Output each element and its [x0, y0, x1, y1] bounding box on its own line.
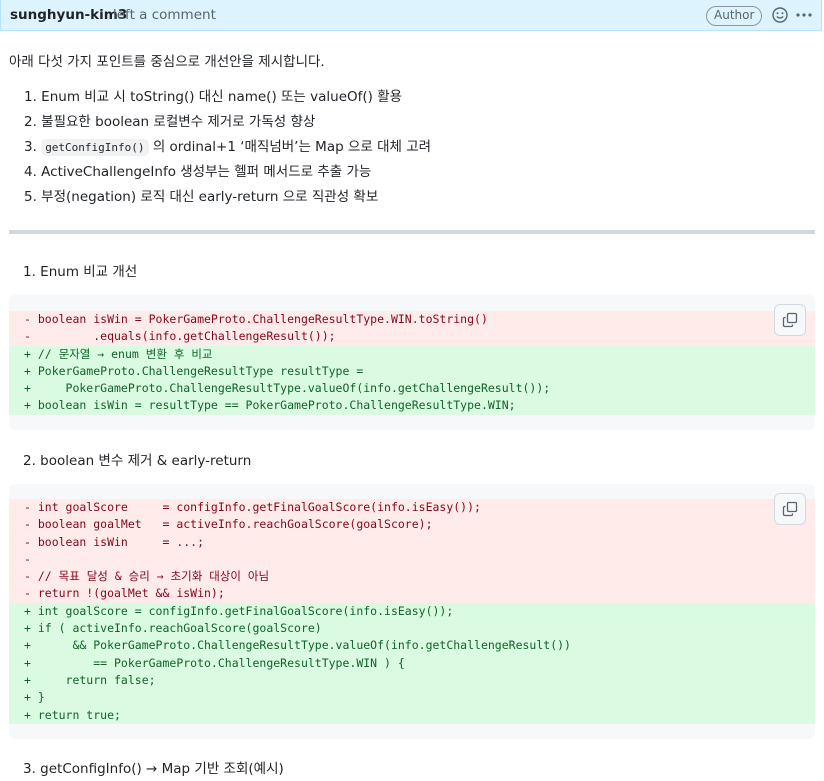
code-block: - boolean isWin = PokerGameProto.Challen…: [9, 295, 815, 430]
copy-button[interactable]: [774, 493, 806, 525]
section-title: 3. getConfigInfo() → Map 기반 조회(예시): [23, 761, 284, 777]
list-item: 5. 부정(negation) 로직 대신 early-return 으로 직관…: [24, 189, 379, 205]
diff-added-line: + int goalScore = configInfo.getFinalGoa…: [9, 602, 815, 621]
section-title: 2. boolean 변수 제거 & early-return: [23, 453, 252, 469]
diff-removed-line: - // 목표 달성 & 승리 → 초기화 대상이 아님: [9, 568, 815, 586]
copy-icon: [782, 501, 798, 517]
improvement-points-list: 1. Enum 비교 시 toString() 대신 name() 또는 val…: [24, 86, 431, 211]
diff-added-line: + PokerGameProto.ChallengeResultType.val…: [9, 380, 815, 398]
diff-added-line: + return false;: [9, 671, 815, 690]
comment-header: sunghyun-kim3 left a comment Author: [0, 0, 822, 31]
diff-removed-line: - boolean isWin = PokerGameProto.Challen…: [9, 311, 815, 329]
smiley-icon[interactable]: [770, 5, 790, 25]
diff-added-line: + }: [9, 689, 815, 707]
diff-removed-line: - boolean goalMet = activeInfo.reachGoal…: [9, 516, 815, 534]
kebab-horizontal-icon[interactable]: [794, 5, 814, 25]
inline-code: getConfigInfo(): [41, 139, 149, 156]
diff-removed-line: - boolean isWin = ...;: [9, 533, 815, 551]
diff-added-line: + return true;: [9, 706, 815, 724]
diff-added-line: + boolean isWin = resultType == PokerGam…: [9, 397, 815, 415]
comment-action: left a comment: [113, 7, 216, 23]
diff-removed-line: - int goalScore = configInfo.getFinalGoa…: [9, 499, 815, 517]
section-title: 1. Enum 비교 개선: [23, 264, 138, 280]
list-item: 3. getConfigInfo() 의 ordinal+1 ‘매직넘버’는 M…: [24, 136, 431, 161]
author-badge: Author: [706, 6, 763, 26]
list-item: 1. Enum 비교 시 toString() 대신 name() 또는 val…: [24, 89, 403, 105]
comment-intro: 아래 다섯 가지 포인트를 중심으로 개선안을 제시합니다.: [9, 54, 325, 70]
comment-author[interactable]: sunghyun-kim3: [10, 7, 127, 23]
diff-added-line: + // 문자열 → enum 변환 후 비교: [9, 345, 815, 363]
code-block: - int goalScore = configInfo.getFinalGoa…: [9, 484, 815, 739]
list-item-number: 3.: [24, 139, 37, 155]
section-divider: [9, 230, 815, 234]
diff-removed-line: -: [9, 550, 815, 569]
diff-removed-line: - .equals(info.getChallengeResult());: [9, 328, 815, 346]
diff-added-line: + PokerGameProto.ChallengeResultType res…: [9, 362, 815, 381]
diff-added-line: + == PokerGameProto.ChallengeResultType.…: [9, 654, 815, 672]
list-item-text: 의 ordinal+1 ‘매직넘버’는 Map 으로 대체 고려: [152, 139, 432, 155]
diff-added-line: + if ( activeInfo.reachGoalScore(goalSco…: [9, 620, 815, 638]
diff-removed-line: - return !(goalMet && isWin);: [9, 585, 815, 603]
list-item: 4. ActiveChallengeInfo 생성부는 헬퍼 메서드로 추출 가…: [24, 164, 372, 180]
copy-icon: [782, 312, 798, 328]
diff-added-line: + && PokerGameProto.ChallengeResultType.…: [9, 637, 815, 655]
list-item: 2. 불필요한 boolean 로컬변수 제거로 가독성 향상: [24, 114, 316, 130]
copy-button[interactable]: [774, 304, 806, 336]
